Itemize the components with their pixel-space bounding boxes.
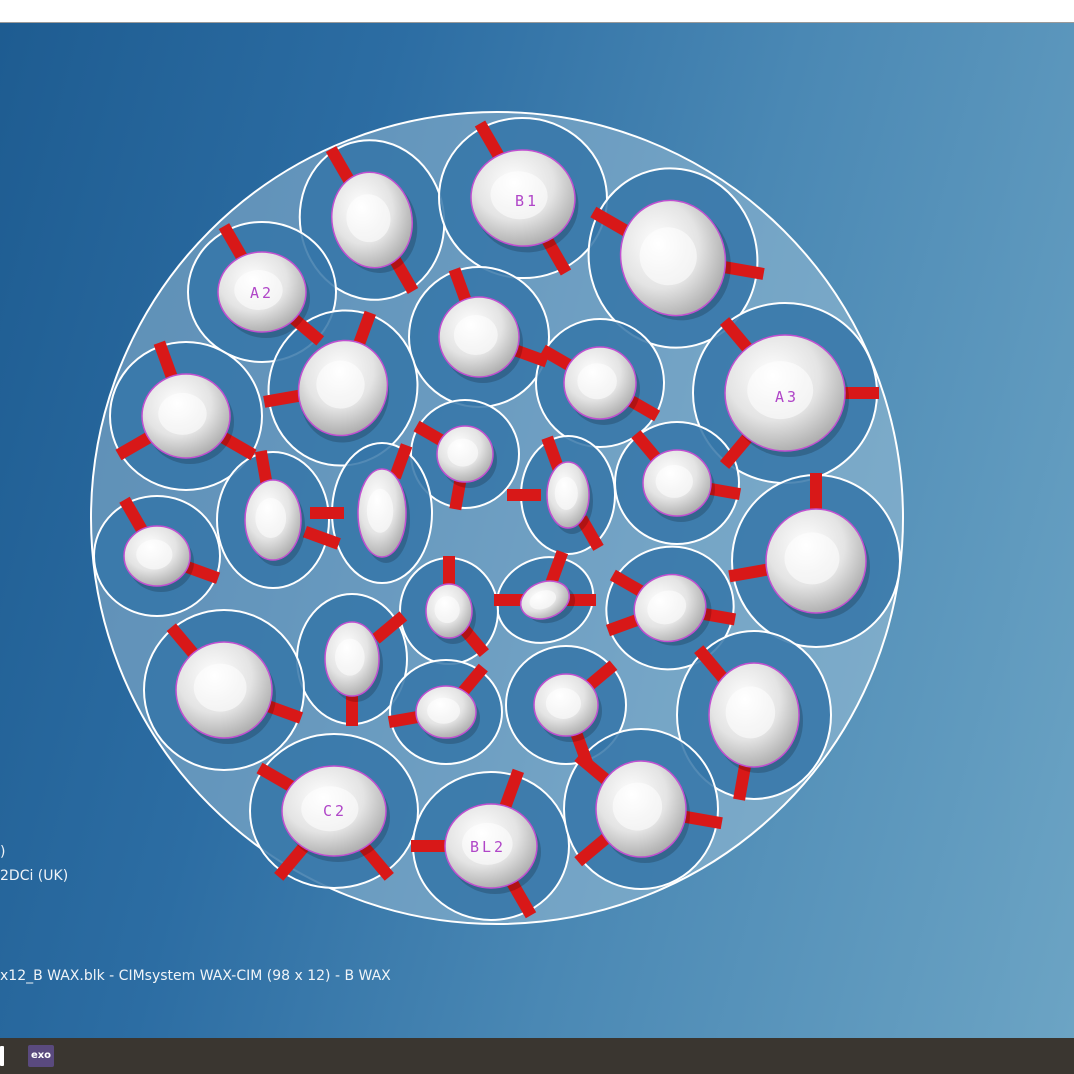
block-file-info: x12_B WAX.blk - CIMsystem WAX-CIM (98 x … bbox=[0, 968, 391, 984]
sprue-connector bbox=[263, 389, 303, 408]
shade-label-a2: A2 bbox=[250, 284, 274, 302]
project-info-line-2: 2DCi (UK) bbox=[0, 868, 69, 884]
sprue-connector bbox=[728, 563, 772, 583]
crown-occlusal-highlight bbox=[136, 539, 173, 570]
shade-label-bl2: BL2 bbox=[470, 838, 506, 856]
crown-occlusal-highlight bbox=[434, 596, 460, 624]
taskbar: exo bbox=[0, 1038, 1074, 1074]
crown-occlusal-highlight bbox=[453, 315, 498, 355]
crown-occlusal-highlight bbox=[577, 363, 617, 400]
crown-occlusal-highlight bbox=[725, 686, 776, 739]
crown-occlusal-highlight bbox=[447, 438, 479, 467]
crown-occlusal-highlight bbox=[545, 687, 582, 719]
crown-occlusal-highlight bbox=[784, 532, 840, 585]
crown-occlusal-highlight bbox=[255, 498, 287, 538]
crown-occlusal-highlight bbox=[193, 663, 247, 712]
crown-occlusal-highlight bbox=[334, 638, 365, 676]
shade-label-b1: B1 bbox=[515, 192, 539, 210]
taskbar-app-icon[interactable] bbox=[0, 1046, 4, 1066]
project-info-line-1: ) bbox=[0, 844, 6, 860]
shade-label-a3: A3 bbox=[775, 388, 799, 406]
crown-occlusal-highlight bbox=[655, 464, 693, 498]
crown-occlusal-highlight bbox=[554, 476, 578, 510]
crown-occlusal-highlight bbox=[612, 782, 663, 831]
crown-occlusal-highlight bbox=[427, 697, 461, 724]
shade-label-c2: C2 bbox=[323, 802, 347, 820]
exo-app-icon[interactable]: exo bbox=[28, 1045, 54, 1067]
crown-occlusal-highlight bbox=[158, 392, 207, 435]
window-title-bar bbox=[0, 0, 1074, 23]
crown-occlusal-highlight bbox=[366, 488, 394, 533]
wax-disc-nesting-view: B1 A2 A3 C2 BL2 bbox=[90, 111, 904, 925]
cam-3d-viewport[interactable]: B1 A2 A3 C2 BL2 ) 2DCi (UK) x12_B WAX.bl… bbox=[0, 23, 1074, 1038]
